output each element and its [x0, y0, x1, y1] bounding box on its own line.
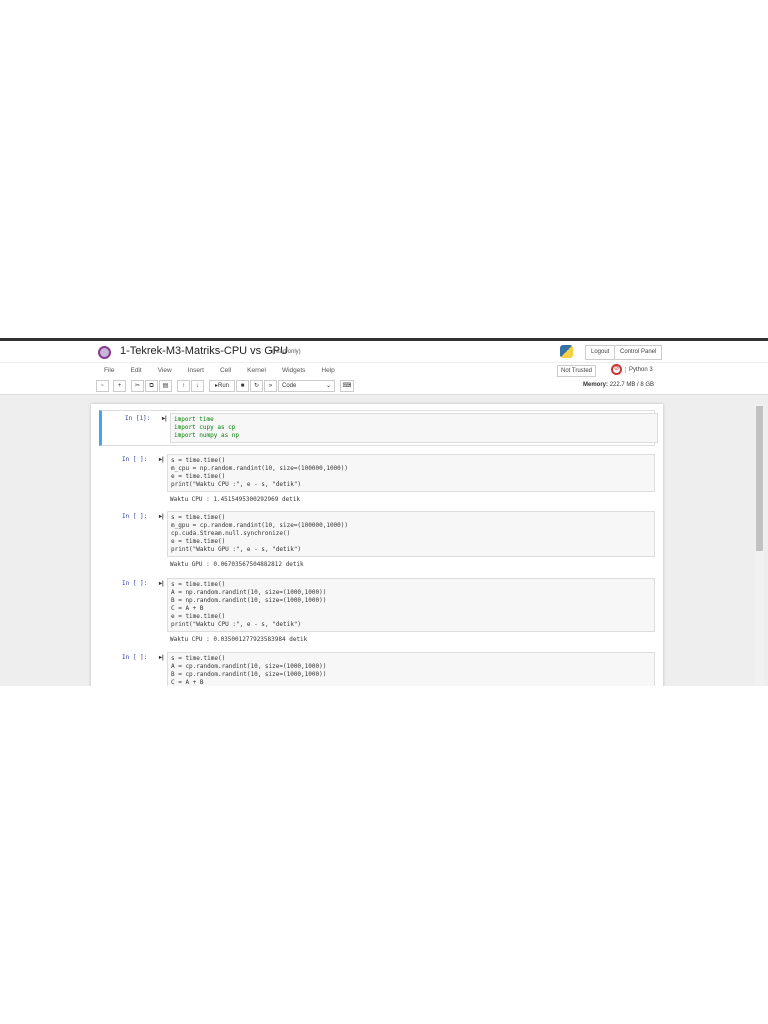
- code-line: s = time.time(): [171, 581, 226, 588]
- code-cell[interactable]: In [1]: ▸| import time import cupy as cp imp…: [99, 410, 658, 446]
- keyboard-icon[interactable]: ⌨: [340, 380, 354, 392]
- save-icon[interactable]: ▫: [96, 380, 109, 392]
- memory-label: Memory:: [583, 382, 609, 388]
- cell-type-select[interactable]: Code ⌄: [278, 380, 335, 392]
- read-only-label: (read only): [272, 349, 301, 355]
- run-cell-icon[interactable]: ▸|: [159, 654, 164, 661]
- code-cell[interactable]: In [ ]: ▸| s = time.time() A = np.random.ra…: [99, 576, 655, 652]
- cell-output: Waktu GPU : 0.06703567504882812 detik: [170, 561, 304, 568]
- menu-edit[interactable]: Edit: [130, 367, 141, 374]
- logo-icon[interactable]: [98, 346, 111, 359]
- memory-value: 222.7 MB / 8 GB: [609, 382, 655, 388]
- kernel-status-icon: ⊘: [611, 364, 622, 375]
- run-button[interactable]: ▸Run: [209, 380, 235, 392]
- move-down-icon[interactable]: ↓: [191, 380, 204, 392]
- menu-bar: File Edit View Insert Cell Kernel Widgets Help …: [0, 362, 768, 378]
- code-line: B = np.random.randint(10, size=(1000,100…: [171, 597, 327, 604]
- code-line: print("Waktu CPU :", e - s, "detik"): [171, 481, 302, 488]
- menu-cell[interactable]: Cell: [220, 367, 231, 374]
- cell-prompt: In [1]:: [125, 415, 151, 422]
- cell-type-value: Code: [282, 383, 297, 389]
- scrollbar-thumb[interactable]: [756, 406, 763, 551]
- menu-widgets[interactable]: Widgets: [282, 367, 305, 374]
- stop-icon[interactable]: ■: [236, 380, 249, 392]
- cell-input[interactable]: s = time.time() A = cp.random.randint(10,…: [167, 652, 655, 686]
- cell-prompt: In [ ]:: [122, 456, 148, 463]
- code-line: m_cpu = np.random.randint(10, size=(1000…: [171, 465, 349, 472]
- run-cell-icon[interactable]: ▸|: [159, 513, 164, 520]
- cell-input[interactable]: s = time.time() m_cpu = np.random.randint…: [167, 454, 655, 492]
- code-line: s = time.time(): [171, 514, 226, 521]
- cell-input[interactable]: s = time.time() m_gpu = cp.random.randint…: [167, 511, 655, 557]
- code-line: B = cp.random.randint(10, size=(1000,100…: [171, 671, 327, 678]
- cell-output: Waktu CPU : 0.035001277923583984 detik: [170, 636, 308, 643]
- menu-file[interactable]: File: [104, 367, 114, 374]
- code-cell[interactable]: In [ ]: ▸| s = time.time() A = cp.random.ra…: [99, 650, 655, 686]
- cell-input[interactable]: s = time.time() A = np.random.randint(10,…: [167, 578, 655, 632]
- code-line: import time: [174, 416, 214, 423]
- code-line: s = time.time(): [171, 655, 226, 662]
- fast-forward-icon[interactable]: »: [264, 380, 277, 392]
- python-logo-icon: [560, 345, 573, 358]
- restart-icon[interactable]: ↻: [250, 380, 263, 392]
- code-line: s = time.time(): [171, 457, 226, 464]
- kernel-name[interactable]: Python 3: [625, 367, 653, 373]
- jupyter-notebook-window: 1-Tekrek-M3-Matriks-CPU vs GPU (read onl…: [0, 338, 768, 686]
- toolbar: ▫ + ✂ ⧉ ▤ ↑ ↓ ▸Run ■ ↻ » Code ⌄ ⌨ Memory:…: [0, 378, 768, 395]
- code-line: A = cp.random.randint(10, size=(1000,100…: [171, 663, 327, 670]
- notebook-title[interactable]: 1-Tekrek-M3-Matriks-CPU vs GPU: [120, 345, 288, 357]
- menu-view[interactable]: View: [158, 367, 172, 374]
- code-line: m_gpu = cp.random.randint(10, size=(1000…: [171, 522, 349, 529]
- copy-icon[interactable]: ⧉: [145, 380, 158, 392]
- scrollbar[interactable]: [755, 404, 764, 686]
- code-line: C = A + B: [171, 679, 204, 686]
- logout-button[interactable]: Logout: [585, 345, 616, 360]
- memory-usage: Memory: 222.7 MB / 8 GB: [583, 382, 654, 388]
- code-line: e = time.time(): [171, 473, 226, 480]
- code-cell[interactable]: In [ ]: ▸| s = time.time() m_cpu = np.rando…: [99, 452, 655, 512]
- run-cell-icon[interactable]: ▸|: [159, 456, 164, 463]
- code-line: C = A + B: [171, 605, 204, 612]
- not-trusted-button[interactable]: Not Trusted: [557, 365, 597, 377]
- header: 1-Tekrek-M3-Matriks-CPU vs GPU (read onl…: [0, 341, 768, 362]
- run-cell-icon[interactable]: ▸|: [162, 415, 167, 422]
- move-up-icon[interactable]: ↑: [177, 380, 190, 392]
- run-cell-icon[interactable]: ▸|: [159, 580, 164, 587]
- code-line: cp.cuda.Stream.null.synchronize(): [171, 530, 291, 537]
- code-line: import cupy as cp: [174, 424, 236, 431]
- menu-insert[interactable]: Insert: [188, 367, 204, 374]
- cell-prompt: In [ ]:: [122, 513, 148, 520]
- cell-prompt: In [ ]:: [122, 580, 148, 587]
- add-cell-icon[interactable]: +: [113, 380, 126, 392]
- code-line: import numpy as np: [174, 432, 240, 439]
- menu-kernel[interactable]: Kernel: [247, 367, 266, 374]
- run-label: Run: [218, 383, 230, 389]
- menu-help[interactable]: Help: [321, 367, 334, 374]
- notebook-container: In [1]: ▸| import time import cupy as cp imp…: [91, 404, 663, 686]
- cell-output: Waktu CPU : 1.4515495300292969 detik: [170, 496, 301, 503]
- code-line: e = time.time(): [171, 538, 226, 545]
- cell-prompt: In [ ]:: [122, 654, 148, 661]
- paste-icon[interactable]: ▤: [159, 380, 172, 392]
- cut-icon[interactable]: ✂: [131, 380, 144, 392]
- code-cell[interactable]: In [ ]: ▸| s = time.time() m_gpu = cp.rando…: [99, 509, 655, 577]
- code-line: print("Waktu CPU :", e - s, "detik"): [171, 621, 302, 628]
- code-line: print("Waktu GPU :", e - s, "detik"): [171, 546, 302, 553]
- code-line: e = time.time(): [171, 613, 226, 620]
- cell-input[interactable]: import time import cupy as cp import numpy…: [170, 413, 658, 443]
- code-line: A = np.random.randint(10, size=(1000,100…: [171, 589, 327, 596]
- chevron-down-icon: ⌄: [325, 383, 331, 389]
- control-panel-button[interactable]: Control Panel: [614, 345, 663, 360]
